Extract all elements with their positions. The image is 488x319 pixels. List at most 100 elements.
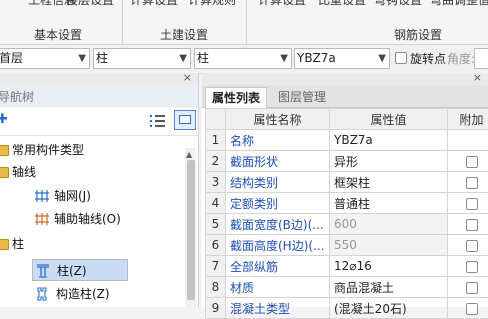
close-icon[interactable]: ×	[183, 71, 192, 84]
rotate-point-checkbox[interactable]	[395, 52, 407, 64]
nav-scrollbar[interactable]: ▲	[185, 148, 196, 307]
navigation-tree-pane: × 导航树 ✚ 常用构件类型 轴线 轴网(J) 辅助轴线(O) 柱	[0, 73, 199, 307]
property-value[interactable]: (混凝土20石)	[330, 298, 448, 319]
add-cell	[448, 151, 488, 172]
component-select[interactable]: YBZ7a ▼	[294, 48, 390, 69]
property-name: 截面宽度(B边)(...	[226, 214, 330, 235]
property-row[interactable]: 5截面宽度(B边)(...600	[206, 214, 488, 235]
tab-property-list[interactable]: 属性列表	[205, 87, 267, 108]
property-value: 550	[330, 235, 448, 256]
property-row[interactable]: 7全部纵筋12⌀16	[206, 256, 488, 277]
add-checkbox[interactable]	[466, 219, 478, 231]
property-row[interactable]: 6截面高度(H边)(...550	[206, 235, 488, 256]
property-value[interactable]: 普通柱	[330, 193, 448, 214]
property-name: 截面高度(H边)(...	[226, 235, 330, 256]
tree-item-axis[interactable]: 轴线	[0, 161, 184, 183]
category-select-value: 柱	[96, 51, 108, 65]
ribbon-item-weight-settings[interactable]: 比重设置	[318, 0, 366, 8]
nav-pane-titlebar: ×	[0, 73, 198, 85]
folder-icon	[0, 167, 9, 178]
row-index: 6	[206, 235, 226, 256]
rotate-point-label: 旋转点	[410, 50, 446, 67]
row-index: 5	[206, 214, 226, 235]
close-icon[interactable]: ×	[473, 71, 482, 84]
row-index: 3	[206, 172, 226, 193]
component-select-value: YBZ7a	[297, 51, 336, 65]
type-select[interactable]: 柱 ▼	[194, 48, 292, 69]
chevron-down-icon: ▼	[378, 49, 386, 68]
tree-item-axis-grid[interactable]: 轴网(J)	[32, 185, 182, 207]
ribbon-separator	[246, 0, 247, 44]
ribbon-item-calc-settings[interactable]: 计算设置	[130, 0, 178, 8]
property-row[interactable]: 9混凝土类型(混凝土20石)	[206, 298, 488, 319]
column-header-add: 附加	[448, 109, 488, 130]
ribbon-item-hook-settings[interactable]: 弯钩设置	[374, 0, 422, 8]
property-name: 全部纵筋	[226, 256, 330, 277]
column-header-value: 属性值	[330, 109, 448, 130]
row-index: 2	[206, 151, 226, 172]
column-header-name: 属性名称	[226, 109, 330, 130]
floor-select-value: 首层	[0, 51, 23, 65]
list-view-icon[interactable]	[150, 113, 166, 129]
tree-item-aux-axis[interactable]: 辅助轴线(O)	[32, 208, 182, 230]
property-value[interactable]: 框架柱	[330, 172, 448, 193]
add-checkbox[interactable]	[466, 261, 478, 273]
ribbon-group-civil: 土建设置	[160, 26, 208, 43]
card-view-icon[interactable]	[174, 110, 196, 130]
tree-item-label: 辅助轴线(O)	[54, 208, 121, 230]
property-row[interactable]: 1名称YBZ7a	[206, 130, 488, 151]
property-row[interactable]: 8材质商品混凝土	[206, 277, 488, 298]
ribbon-item-rebar-calc-settings[interactable]: 计算设置	[258, 0, 306, 8]
property-row[interactable]: 2截面形状异形	[206, 151, 488, 172]
property-row[interactable]: 3结构类别框架柱	[206, 172, 488, 193]
ribbon-group-basic: 基本设置	[34, 26, 82, 43]
ribbon-item-calc-rules[interactable]: 计算规则	[188, 0, 236, 8]
floor-select[interactable]: 首层 ▼	[0, 48, 90, 69]
property-value[interactable]: YBZ7a	[330, 130, 448, 151]
ribbon: 工程信息 楼层设置 计算设置 计算规则 计算设置 比重设置 弯钩设置 弯曲调整值…	[0, 0, 488, 45]
new-item-icon[interactable]: ✚	[0, 112, 8, 127]
column-header-index	[206, 109, 226, 130]
tree-item-column-group[interactable]: 柱	[0, 233, 184, 255]
property-name: 材质	[226, 277, 330, 298]
ribbon-item-bend-adjust[interactable]: 弯曲调整值	[430, 0, 488, 8]
properties-pane: × 属性列表 图层管理 属性名称 属性值 附加 1名称YBZ7a2截面形状异形3…	[202, 73, 488, 307]
add-checkbox[interactable]	[466, 198, 478, 210]
ribbon-group-rebar: 钢筋设置	[394, 26, 442, 43]
add-checkbox[interactable]	[466, 177, 478, 189]
tree-item-label: 轴线	[12, 161, 36, 183]
chevron-down-icon: ▼	[78, 49, 86, 68]
tree-item-label: 常用构件类型	[12, 139, 84, 161]
add-cell	[448, 130, 488, 151]
tree-item-common-types[interactable]: 常用构件类型	[0, 139, 184, 161]
tree-item-constructional-column[interactable]: 构造柱(Z)	[32, 283, 182, 305]
add-checkbox[interactable]	[466, 282, 478, 294]
add-cell	[448, 214, 488, 235]
property-value[interactable]: 异形	[330, 151, 448, 172]
category-select[interactable]: 柱 ▼	[93, 48, 191, 69]
add-checkbox[interactable]	[466, 156, 478, 168]
scroll-up-icon[interactable]: ▲	[186, 150, 192, 159]
add-checkbox[interactable]	[466, 303, 478, 315]
type-select-value: 柱	[197, 51, 209, 65]
add-cell	[448, 256, 488, 277]
property-value[interactable]: 商品混凝土	[330, 277, 448, 298]
property-row[interactable]: 4定额类别普通柱	[206, 193, 488, 214]
angle-input[interactable]	[474, 48, 488, 69]
nav-toolbar: ✚	[0, 107, 198, 136]
row-index: 1	[206, 130, 226, 151]
ribbon-item-floor-settings[interactable]: 楼层设置	[66, 0, 114, 8]
tree-item-label: 柱(Z)	[57, 260, 87, 282]
chevron-down-icon: ▼	[280, 49, 288, 68]
tab-layer-management[interactable]: 图层管理	[272, 87, 332, 107]
scroll-thumb[interactable]	[187, 160, 195, 300]
props-pane-titlebar: ×	[202, 73, 488, 85]
property-name: 结构类别	[226, 172, 330, 193]
tree-item-column[interactable]: 柱(Z)	[32, 259, 128, 281]
add-cell	[448, 172, 488, 193]
add-checkbox[interactable]	[466, 240, 478, 252]
add-cell	[448, 235, 488, 256]
property-value[interactable]: 12⌀16	[330, 256, 448, 277]
angle-label: 角度:	[447, 50, 475, 67]
add-cell	[448, 298, 488, 319]
